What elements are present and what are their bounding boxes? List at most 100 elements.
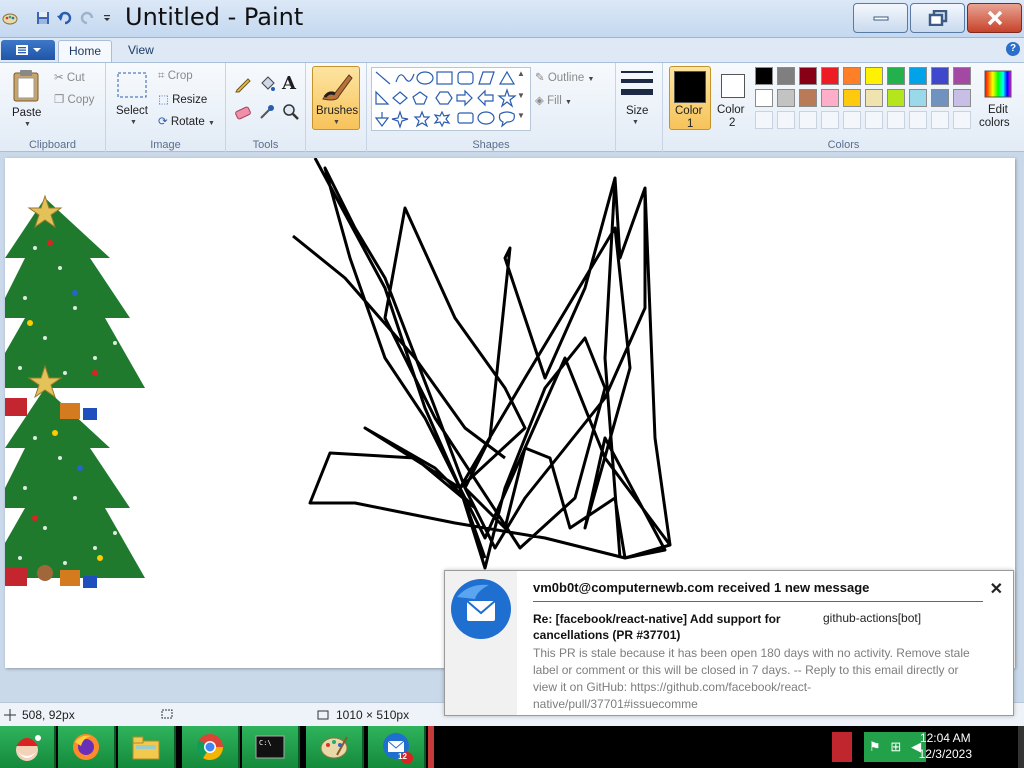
minimize-button[interactable]	[853, 3, 908, 33]
taskbar-command-prompt[interactable]: C:\	[242, 726, 300, 768]
taskbar-thunderbird[interactable]: 12	[368, 726, 426, 768]
color-picker-icon[interactable]	[258, 103, 276, 124]
paint-palette-icon	[320, 736, 348, 759]
size-button[interactable]: Size ▼	[616, 67, 658, 131]
palette-swatch[interactable]	[821, 89, 839, 107]
palette-swatch[interactable]	[843, 67, 861, 85]
text-tool-icon[interactable]: A	[282, 73, 296, 94]
palette-swatch[interactable]	[931, 67, 949, 85]
palette-swatch[interactable]	[909, 67, 927, 85]
close-button[interactable]	[967, 3, 1022, 33]
canvas-size-icon	[317, 710, 329, 720]
color2-swatch	[721, 74, 745, 98]
palette-custom-slot[interactable]	[909, 111, 927, 129]
palette-swatch[interactable]	[799, 89, 817, 107]
palette-swatch[interactable]	[799, 67, 817, 85]
pencil-icon[interactable]	[234, 75, 252, 96]
select-button[interactable]: Select ▼	[112, 69, 152, 131]
magnifier-icon[interactable]	[282, 103, 300, 124]
taskbar-chrome[interactable]	[182, 726, 240, 768]
copy-button[interactable]: ❐ Copy	[54, 92, 94, 106]
palette-swatch[interactable]	[953, 67, 971, 85]
palette-swatch[interactable]	[755, 67, 773, 85]
palette-custom-slot[interactable]	[865, 111, 883, 129]
network-icon[interactable]: ⊞	[890, 739, 901, 755]
cut-button[interactable]: ✂ Cut	[54, 70, 85, 84]
shapes-expand-icon[interactable]: ▼	[517, 111, 529, 120]
color1-label-line1: Color	[675, 105, 703, 117]
menu-icon	[16, 45, 28, 55]
paste-button[interactable]: Paste ▼	[8, 67, 48, 131]
taskbar-file-explorer[interactable]	[118, 726, 176, 768]
outline-button[interactable]: ✎ Outline ▼	[535, 70, 594, 84]
palette-swatch[interactable]	[755, 89, 773, 107]
rotate-button[interactable]: ⟳ Rotate ▼	[158, 114, 215, 128]
palette-custom-slot[interactable]	[821, 111, 839, 129]
undo-icon[interactable]	[56, 9, 74, 27]
paint-app-icon[interactable]	[2, 10, 18, 26]
palette-swatch[interactable]	[777, 89, 795, 107]
email-notification[interactable]: vm0b0t@computernewb.com received 1 new m…	[444, 570, 1014, 716]
palette-custom-slot[interactable]	[755, 111, 773, 129]
eraser-icon[interactable]	[234, 103, 252, 124]
crop-icon: ⌗	[158, 70, 165, 82]
edit-colors-label-line2: colors	[979, 117, 1010, 129]
customize-qat-icon[interactable]	[98, 9, 116, 27]
palette-swatch[interactable]	[821, 67, 839, 85]
security-alert-icon[interactable]: ⚑	[869, 739, 881, 755]
save-icon[interactable]	[34, 9, 52, 27]
santa-icon	[16, 735, 41, 761]
palette-custom-slot[interactable]	[843, 111, 861, 129]
tray-flag-icon[interactable]	[832, 732, 852, 762]
show-desktop-button[interactable]	[1018, 726, 1024, 768]
fill-button[interactable]: ◈ Fill ▼	[535, 93, 572, 107]
crosshair-icon	[4, 709, 16, 721]
fill-bucket-icon[interactable]	[258, 75, 276, 96]
start-button[interactable]	[0, 726, 56, 768]
taskbar-paint[interactable]	[306, 726, 364, 768]
palette-custom-slot[interactable]	[931, 111, 949, 129]
palette-custom-slot[interactable]	[887, 111, 905, 129]
shapes-scroll-down-icon[interactable]: ▼	[517, 91, 529, 100]
palette-custom-slot[interactable]	[777, 111, 795, 129]
shapes-scroll-up-icon[interactable]: ▲	[517, 69, 529, 78]
scissors-icon: ✂	[54, 72, 64, 84]
ribbon-tabs: Home View ?	[0, 38, 1024, 62]
redo-icon[interactable]	[78, 9, 96, 27]
shapes-gallery[interactable]	[371, 67, 531, 131]
color1-swatch	[674, 71, 706, 103]
brushes-button[interactable]: Brushes ▼	[312, 66, 360, 130]
tab-home[interactable]: Home	[58, 40, 113, 62]
palette-swatch[interactable]	[843, 89, 861, 107]
palette-swatch[interactable]	[887, 89, 905, 107]
taskbar-clock[interactable]: 12:04 AM 12/3/2023	[919, 730, 972, 762]
help-icon[interactable]: ?	[1006, 42, 1020, 56]
canvas-size-value: 1010 × 510px	[336, 708, 410, 722]
palette-swatch[interactable]	[865, 67, 883, 85]
fill-dropdown-icon: ▼	[564, 99, 572, 106]
selection-size	[160, 708, 174, 720]
color1-button[interactable]: Color 1	[669, 66, 711, 130]
edit-colors-button[interactable]: Edit colors	[975, 66, 1021, 130]
svg-text:C:\: C:\	[259, 739, 272, 747]
restore-button[interactable]	[910, 3, 965, 33]
palette-swatch[interactable]	[953, 89, 971, 107]
crop-button[interactable]: ⌗ Crop	[158, 70, 193, 83]
palette-swatch[interactable]	[909, 89, 927, 107]
palette-swatch[interactable]	[865, 89, 883, 107]
notification-close-icon[interactable]: ✕	[990, 579, 1003, 599]
taskbar-firefox[interactable]	[58, 726, 116, 768]
resize-button[interactable]: ⬚ Resize	[158, 92, 207, 106]
tab-view[interactable]: View	[118, 40, 164, 62]
palette-custom-slot[interactable]	[799, 111, 817, 129]
copy-icon: ❐	[54, 94, 65, 106]
selection-icon	[161, 709, 173, 719]
resize-label: Resize	[172, 94, 208, 106]
file-menu-button[interactable]	[1, 40, 55, 60]
palette-custom-slot[interactable]	[953, 111, 971, 129]
palette-swatch[interactable]	[777, 67, 795, 85]
palette-swatch[interactable]	[887, 67, 905, 85]
taskbar: C:\ 12 ⚑ ⊞ ◀ 12:04 AM 12/3/2023	[0, 726, 1024, 768]
color2-button[interactable]: Color 2	[713, 66, 753, 130]
palette-swatch[interactable]	[931, 89, 949, 107]
